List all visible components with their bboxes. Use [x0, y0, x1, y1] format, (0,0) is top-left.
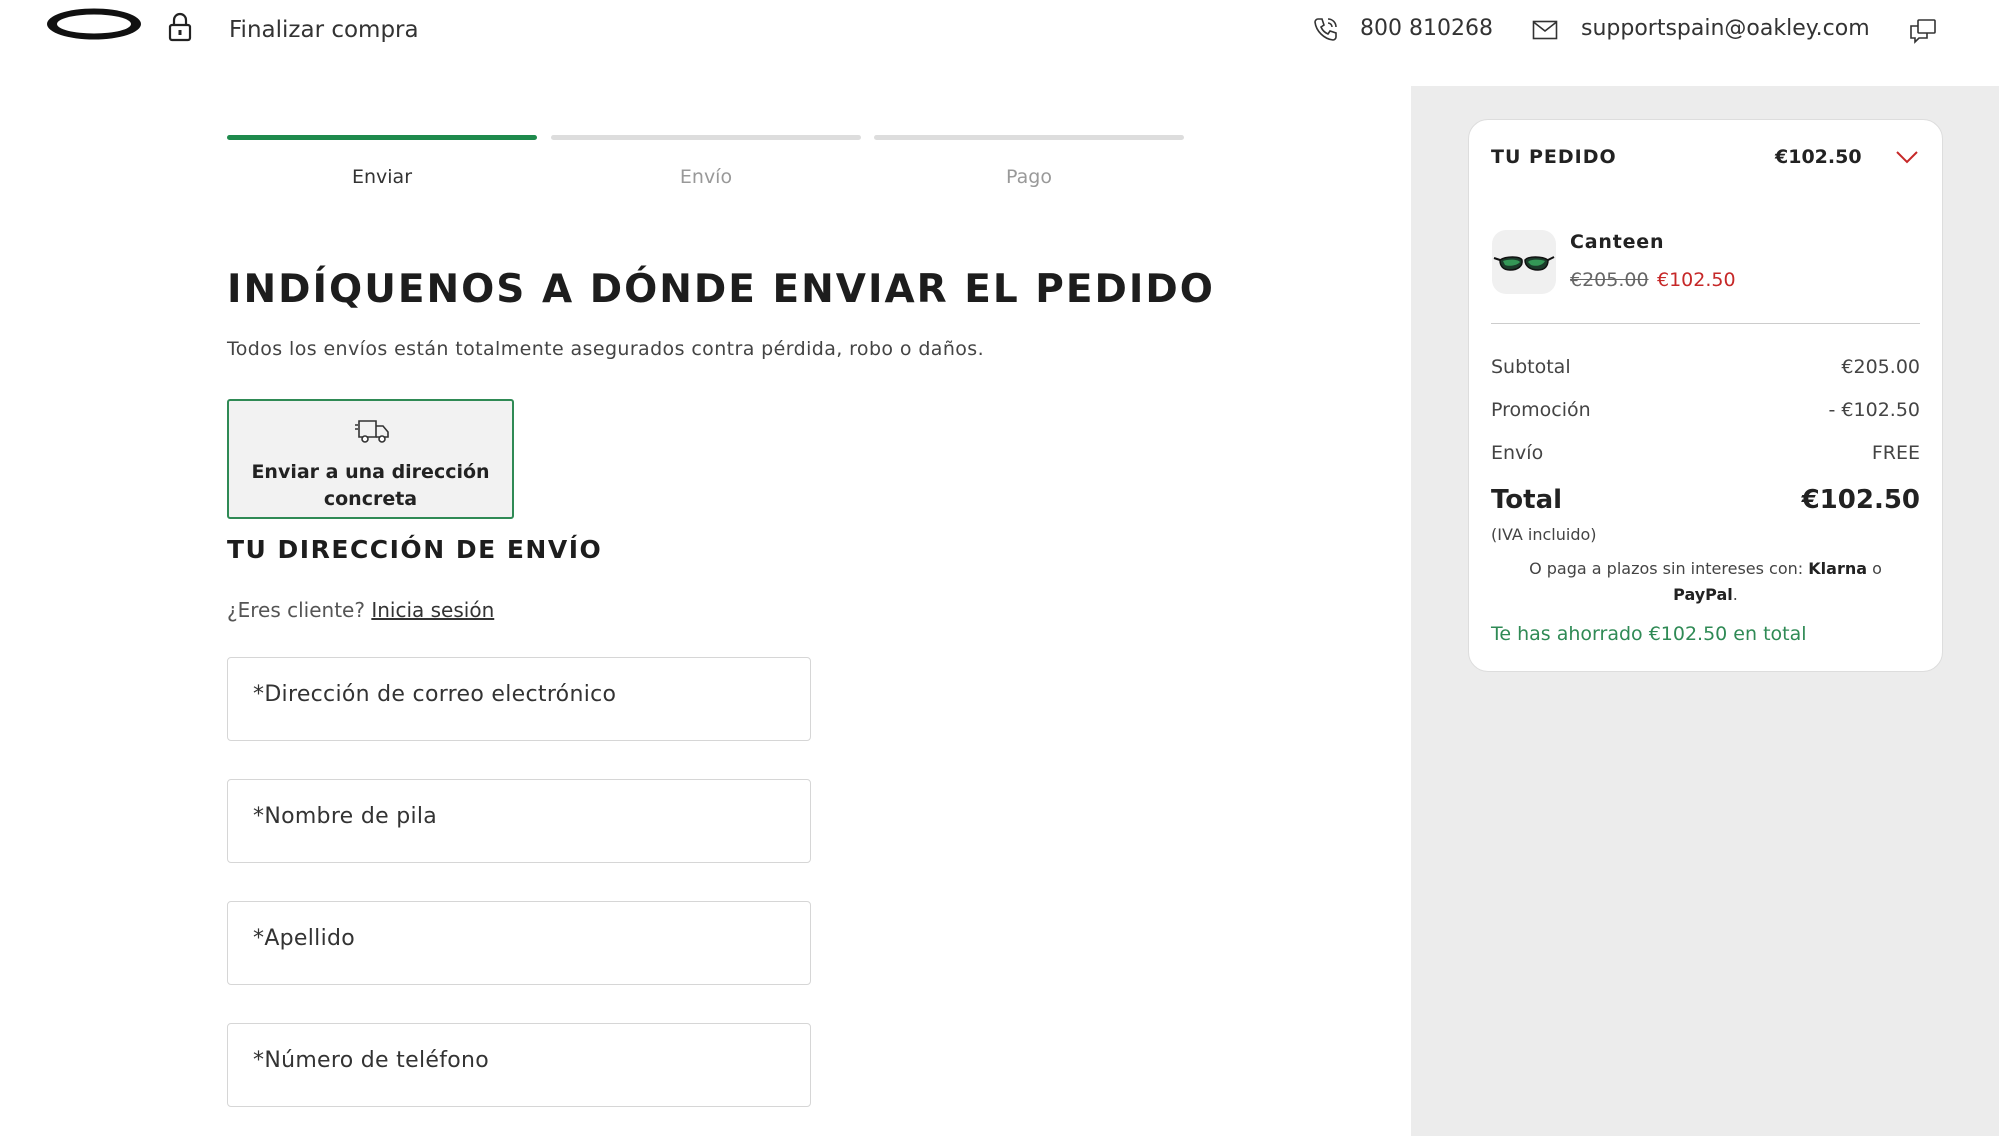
savings-message: Te has ahorrado €102.50 en total: [1491, 623, 1807, 645]
email-field[interactable]: *Dirección de correo electrónico: [227, 657, 811, 741]
ship-to-address-option[interactable]: Enviar a una dirección concreta: [227, 399, 514, 519]
email-input[interactable]: [228, 658, 810, 740]
product-new-price: €102.50: [1657, 269, 1736, 291]
login-prompt: ¿Eres cliente? Inicia sesión: [227, 598, 494, 622]
header: Finalizar compra 800 810268 supportspain…: [0, 0, 1999, 60]
support-phone[interactable]: 800 810268: [1360, 16, 1493, 41]
login-prompt-text: ¿Eres cliente?: [227, 598, 365, 622]
last-name-field[interactable]: *Apellido: [227, 901, 811, 985]
product-old-price: €205.00: [1570, 269, 1649, 291]
checkout-title: Finalizar compra: [229, 17, 419, 43]
step-progress-bar: [227, 135, 537, 140]
sunglasses-image: [1493, 256, 1555, 271]
step-progress-bar: [874, 135, 1184, 140]
or-text: o: [1872, 559, 1882, 578]
promotion-label: Promoción: [1491, 399, 1591, 421]
vat-note: (IVA incluido): [1491, 525, 1597, 544]
phone-input[interactable]: [228, 1024, 810, 1106]
installments-text: O paga a plazos sin intereses con:: [1529, 559, 1804, 578]
installments-note: O paga a plazos sin intereses con: Klarn…: [1529, 559, 1882, 604]
total-value: €102.50: [1801, 485, 1920, 515]
promotion-value: - €102.50: [1828, 399, 1920, 421]
shipping-label: Envío: [1491, 442, 1544, 464]
step-pago: Pago: [874, 135, 1184, 188]
klarna-label: Klarna: [1808, 559, 1868, 578]
step-enviar: Enviar: [227, 135, 537, 188]
phone-field[interactable]: *Número de teléfono: [227, 1023, 811, 1107]
first-name-field[interactable]: *Nombre de pila: [227, 779, 811, 863]
shipping-value: FREE: [1871, 442, 1920, 464]
truck-icon: [355, 420, 389, 443]
order-summary-card: TU PEDIDO €102.50 Canteen €205.00 €102.5…: [1468, 119, 1943, 672]
product-thumbnail: [1492, 230, 1556, 294]
oakley-logo[interactable]: [45, 7, 143, 41]
step-progress-bar: [551, 135, 861, 140]
product-name: Canteen: [1570, 231, 1665, 253]
page-title: INDÍQUENOS A DÓNDE ENVIAR EL PEDIDO: [227, 267, 1215, 312]
step-envio: Envío: [551, 135, 861, 188]
support-email[interactable]: supportspain@oakley.com: [1581, 16, 1870, 41]
mail-icon: [1532, 20, 1558, 40]
chevron-down-icon[interactable]: [1895, 148, 1919, 166]
total-label: Total: [1491, 485, 1563, 515]
promotion-row: Promoción - €102.50: [1491, 399, 1920, 421]
chat-icon[interactable]: [1909, 18, 1937, 44]
order-label[interactable]: TU PEDIDO: [1491, 146, 1617, 168]
order-header-total: €102.50: [1775, 146, 1862, 168]
ship-option-label: Enviar a una dirección concreta: [251, 461, 490, 510]
checkout-steps: Enviar Envío Pago: [227, 135, 1185, 215]
shipping-address-heading: TU DIRECCIÓN DE ENVÍO: [227, 535, 603, 564]
phone-icon: [1314, 18, 1337, 41]
first-name-input[interactable]: [228, 780, 810, 862]
shipping-row: Envío FREE: [1491, 442, 1920, 464]
step-label: Envío: [679, 166, 733, 188]
total-row: Total €102.50: [1491, 485, 1920, 515]
last-name-input[interactable]: [228, 902, 810, 984]
lock-icon: [168, 12, 192, 42]
paypal-label: PayPal: [1673, 585, 1733, 604]
step-label: Pago: [1006, 166, 1052, 188]
subtotal-label: Subtotal: [1491, 356, 1571, 378]
login-link[interactable]: Inicia sesión: [371, 598, 494, 622]
page-subtitle: Todos los envíos están totalmente asegur…: [227, 338, 985, 360]
divider: [1491, 323, 1920, 324]
subtotal-row: Subtotal €205.00: [1491, 356, 1920, 378]
step-label: Enviar: [351, 166, 413, 188]
subtotal-value: €205.00: [1841, 356, 1920, 378]
